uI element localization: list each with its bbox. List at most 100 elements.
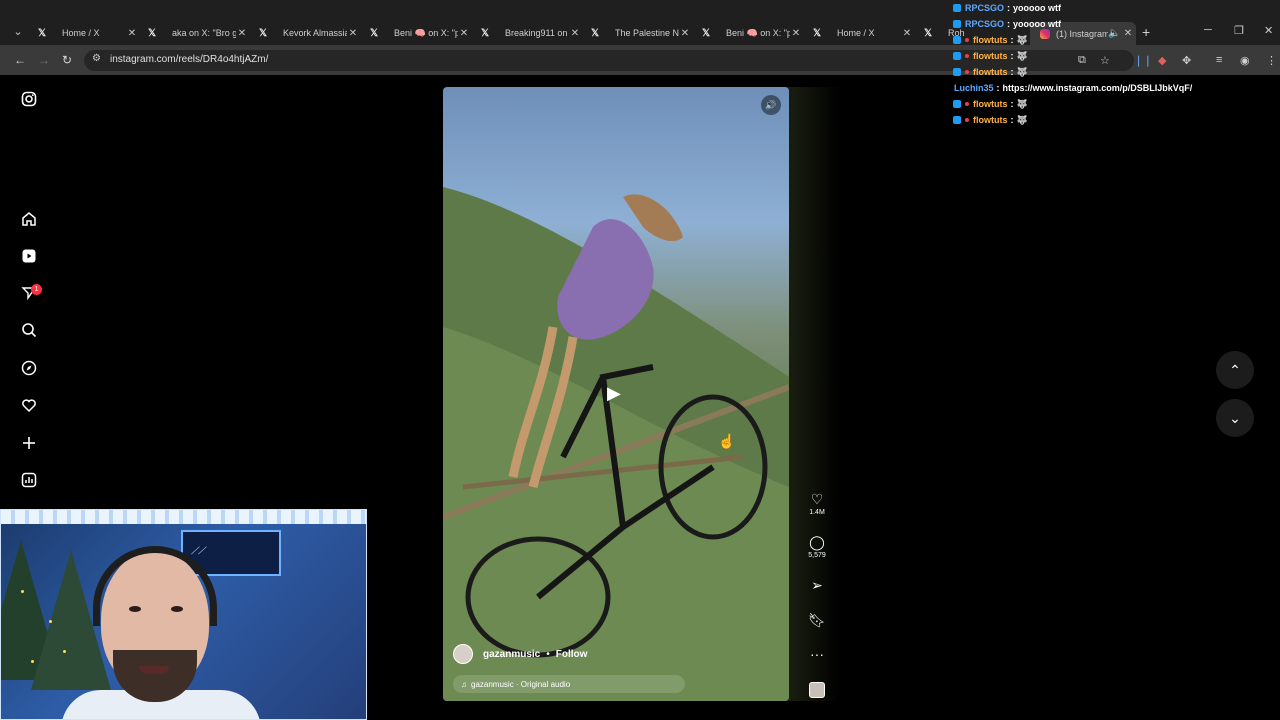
chat-emote-icon: 🐺	[1016, 34, 1028, 45]
mute-toggle-icon[interactable]: 🔊	[761, 95, 781, 115]
share-send-icon[interactable]: ➢	[806, 577, 828, 593]
chat-username: flowtuts	[973, 67, 1008, 77]
chat-username: flowtuts	[973, 115, 1008, 125]
notifications-heart-icon[interactable]	[20, 397, 38, 415]
hand-cursor-icon: ☝	[718, 433, 736, 449]
reel-footer: gazanmusic • Follow ♫ gazanmusic · Origi…	[453, 641, 779, 693]
video-frame-dog-on-bicycle	[443, 187, 789, 701]
author-avatar[interactable]	[453, 644, 473, 664]
chat-emote-icon: 🐺	[1016, 114, 1028, 125]
chat-username: RPCSGO	[965, 3, 1005, 13]
chat-text: yooooo wtf	[1013, 19, 1062, 29]
like-heart-icon[interactable]: ♡	[806, 491, 828, 507]
next-reel-button[interactable]: ⌄	[1216, 399, 1254, 437]
back-icon[interactable]: ←	[14, 53, 26, 67]
create-plus-icon[interactable]	[20, 435, 38, 453]
chat-username: flowtuts	[973, 99, 1008, 109]
browser-tab[interactable]: 𝕏 Home / X ✕	[809, 22, 915, 44]
explore-compass-icon[interactable]	[20, 360, 38, 378]
x-logo-icon: 𝕏	[38, 27, 47, 39]
chat-message: flowtuts : 🐺	[950, 112, 1280, 128]
author-username[interactable]: gazanmusic	[483, 649, 540, 660]
home-icon[interactable]	[20, 211, 38, 229]
site-info-icon[interactable]: ⚙	[92, 53, 101, 64]
previous-reel-button[interactable]: ⌃	[1216, 351, 1254, 389]
music-note-icon: ♫	[461, 679, 467, 689]
close-tab-icon[interactable]: ✕	[901, 28, 913, 39]
close-tab-icon[interactable]: ✕	[790, 28, 802, 39]
chat-badge-icon	[965, 54, 969, 58]
browser-tab[interactable]: 𝕏 Beni 🧠 on X: "p ✕	[366, 22, 472, 44]
chat-badge-icon	[953, 20, 961, 28]
snow-frame-border	[1, 510, 366, 524]
instagram-logo-icon[interactable]	[20, 91, 38, 109]
video-ambient-glow	[780, 87, 840, 701]
chat-badge-icon	[965, 102, 969, 106]
x-logo-icon: 𝕏	[481, 27, 490, 39]
notification-badge: 1	[31, 284, 42, 295]
browser-tab[interactable]: 𝕏 Breaking911 on X ✕	[477, 22, 583, 44]
chat-emote-icon: 🐺	[1016, 50, 1028, 61]
comment-icon[interactable]: ◯	[806, 534, 828, 550]
audio-thumbnail-avatar[interactable]	[809, 682, 825, 698]
streamer-mouth	[139, 666, 169, 674]
chat-message: RPCSGO : yooooo wtf	[950, 0, 1280, 16]
forward-icon[interactable]: →	[38, 53, 50, 67]
follow-button[interactable]: Follow	[556, 649, 588, 660]
chat-badge-icon	[953, 68, 961, 76]
chat-badge-icon	[965, 118, 969, 122]
x-logo-icon: 𝕏	[591, 27, 600, 39]
bookmark-icon[interactable]: 🔖︎	[806, 612, 828, 628]
close-tab-icon[interactable]: ✕	[458, 28, 470, 39]
chat-badge-icon	[953, 52, 961, 60]
like-action[interactable]: ♡ 1.4M	[806, 491, 828, 516]
browser-tab[interactable]: 𝕏 Kevork Almassian ✕	[255, 22, 361, 44]
audio-info[interactable]: ♫ gazanmusic · Original audio	[453, 675, 685, 693]
chevron-down-icon: ⌄	[1229, 410, 1241, 426]
chat-emote-icon: 🐺	[1016, 66, 1028, 77]
chat-message: flowtuts : 🐺	[950, 32, 1280, 48]
comment-action[interactable]: ◯ 5,579	[806, 534, 828, 559]
chat-badge-icon	[953, 4, 961, 12]
chat-message: flowtuts : 🐺	[950, 48, 1280, 64]
chat-message: RPCSGO : yooooo wtf	[950, 16, 1280, 32]
share-action[interactable]: ➢	[806, 577, 828, 593]
chevron-up-icon: ⌃	[1229, 362, 1241, 378]
save-action[interactable]: 🔖︎	[806, 612, 828, 628]
browser-tab[interactable]: 𝕏 Beni 🧠 on X: "p ✕	[698, 22, 804, 44]
chat-message: Luchin35 : https://www.instagram.com/p/D…	[954, 83, 1193, 93]
chat-message: flowtuts : 🐺	[950, 64, 1280, 80]
chat-message: flowtuts : 🐺	[950, 96, 1280, 112]
close-tab-icon[interactable]: ✕	[236, 28, 248, 39]
close-tab-icon[interactable]: ✕	[569, 28, 581, 39]
close-tab-icon[interactable]: ✕	[126, 28, 138, 39]
browser-tab[interactable]: 𝕏 The Palestine Ne ✕	[587, 22, 693, 44]
browser-tab[interactable]: 𝕏 aka on X: "Bro ge ✕	[144, 22, 250, 44]
reels-icon[interactable]	[20, 248, 38, 266]
chat-badge-icon	[953, 116, 961, 124]
search-icon[interactable]	[20, 322, 38, 340]
reload-icon[interactable]: ↻	[62, 53, 72, 67]
x-logo-icon: 𝕏	[924, 27, 933, 39]
led-logo-image: ⟋⟋	[191, 546, 205, 557]
chat-badge-icon	[965, 38, 969, 42]
chat-text: https://www.instagram.com/p/DSBLIJbkVqF/	[1002, 83, 1193, 93]
more-options-action[interactable]: ···	[806, 646, 828, 662]
chat-text: yooooo wtf	[1013, 3, 1062, 13]
chat-badge-icon	[965, 70, 969, 74]
chat-username: RPCSGO	[965, 19, 1005, 29]
like-count: 1.4M	[809, 509, 825, 516]
audio-label: gazanmusic · Original audio	[471, 679, 571, 689]
play-icon[interactable]: ▶	[607, 383, 621, 404]
close-tab-icon[interactable]: ✕	[347, 28, 359, 39]
x-logo-icon: 𝕏	[148, 27, 157, 39]
chat-badge-icon	[953, 36, 961, 44]
close-tab-icon[interactable]: ✕	[679, 28, 691, 39]
dashboard-icon[interactable]	[20, 472, 38, 490]
more-horizontal-icon[interactable]: ···	[806, 646, 828, 662]
comment-count: 5,579	[808, 552, 826, 559]
reel-video[interactable]: 🔊 ▶ gazanmusic • Follow ♫ gazanmusic · O…	[443, 87, 789, 701]
tab-search-dropdown-icon[interactable]: ⌄	[10, 24, 26, 40]
browser-tab[interactable]: 𝕏 Home / X ✕	[34, 22, 140, 44]
separator-dot: •	[546, 648, 550, 660]
